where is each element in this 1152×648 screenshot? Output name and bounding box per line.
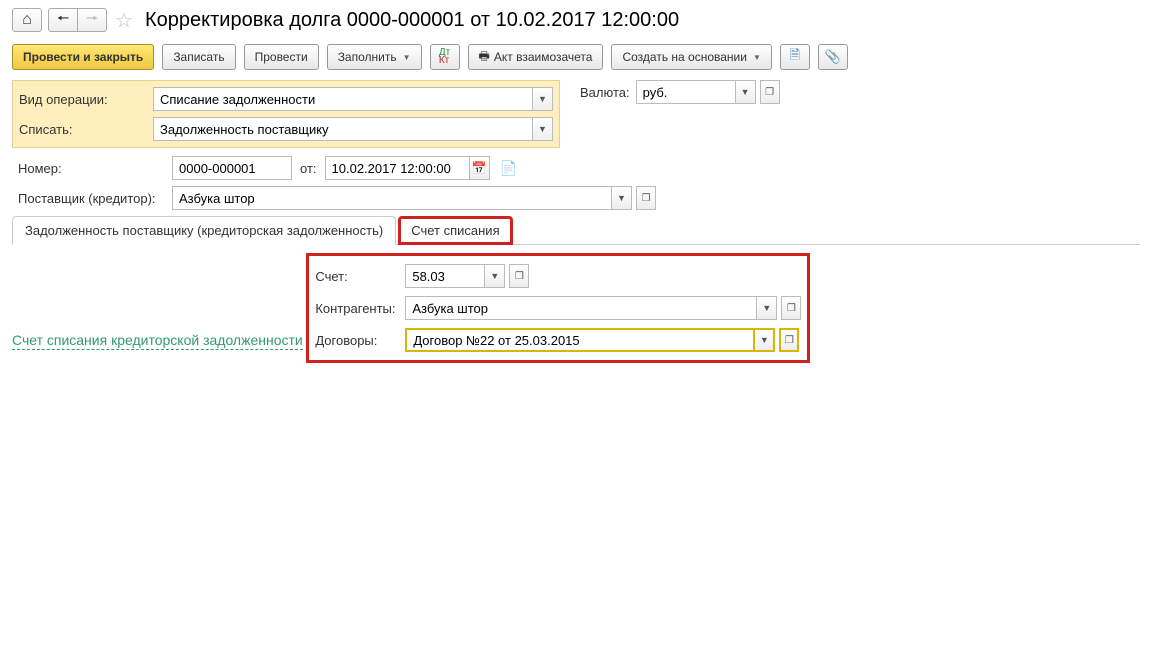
- forward-button: [77, 8, 107, 32]
- operation-type-dropdown[interactable]: ▼: [533, 87, 553, 111]
- operation-highlight: Вид операции: ▼ Списать: ▼: [12, 80, 560, 148]
- contract-dropdown[interactable]: ▼: [755, 328, 775, 352]
- writeoff-label: Списать:: [13, 122, 153, 137]
- date-picker[interactable]: 📅: [470, 156, 490, 180]
- fill-button[interactable]: Заполнить ▼: [327, 44, 422, 70]
- supplier-dropdown[interactable]: ▼: [612, 186, 632, 210]
- open-icon: [765, 87, 774, 98]
- post-label: Провести: [255, 50, 308, 64]
- currency-dropdown[interactable]: ▼: [736, 80, 756, 104]
- tab-writeoff-account[interactable]: Счет списания: [398, 216, 512, 245]
- writeoff-dropdown[interactable]: ▼: [533, 117, 553, 141]
- chevron-down-icon: ▼: [753, 53, 761, 62]
- document-icon: 🗎: [790, 46, 800, 68]
- save-button[interactable]: Записать: [162, 44, 235, 70]
- account-label: Счет:: [315, 269, 405, 284]
- home-button[interactable]: [12, 8, 42, 32]
- star-icon[interactable]: ☆: [113, 9, 135, 31]
- writeoff-section-header: Счет списания кредиторской задолженности: [12, 332, 303, 350]
- tab-debt[interactable]: Задолженность поставщику (кредиторская з…: [12, 216, 396, 245]
- supplier-input[interactable]: [172, 186, 612, 210]
- arrow-left-icon: [57, 8, 69, 32]
- create-base-label: Создать на основании: [622, 50, 747, 64]
- calendar-icon: 📅: [472, 161, 487, 175]
- account-dropdown[interactable]: ▼: [485, 264, 505, 288]
- currency-label: Валюта:: [580, 85, 630, 100]
- doc-button[interactable]: 🗎: [780, 44, 810, 70]
- counterparty-open[interactable]: [781, 296, 801, 320]
- contract-input[interactable]: [405, 328, 755, 352]
- posted-icon: 📄: [500, 160, 517, 177]
- act-button[interactable]: Акт взаимозачета: [468, 44, 604, 70]
- contract-open[interactable]: [779, 328, 799, 352]
- counterparty-input[interactable]: [405, 296, 757, 320]
- post-close-label: Провести и закрыть: [23, 50, 143, 64]
- number-label: Номер:: [12, 161, 172, 176]
- create-base-button[interactable]: Создать на основании ▼: [611, 44, 771, 70]
- dtkt-button[interactable]: ДтКт: [430, 44, 460, 70]
- back-button[interactable]: [48, 8, 78, 32]
- number-input[interactable]: [172, 156, 292, 180]
- act-label: Акт взаимозачета: [494, 50, 593, 64]
- currency-open[interactable]: [760, 80, 780, 104]
- from-label: от:: [300, 161, 317, 176]
- attach-button[interactable]: 📎: [818, 44, 848, 70]
- counterparty-dropdown[interactable]: ▼: [757, 296, 777, 320]
- open-icon: [515, 271, 524, 282]
- operation-type-input[interactable]: [153, 87, 533, 111]
- open-icon: [787, 303, 796, 314]
- counterparty-label: Контрагенты:: [315, 301, 405, 316]
- page-title: Корректировка долга 0000-000001 от 10.02…: [145, 9, 679, 32]
- currency-input[interactable]: [636, 80, 736, 104]
- paperclip-icon: 📎: [825, 49, 841, 65]
- currency-block: Валюта: ▼: [580, 80, 780, 104]
- save-label: Записать: [173, 50, 224, 64]
- fill-label: Заполнить: [338, 50, 397, 64]
- post-button[interactable]: Провести: [244, 44, 319, 70]
- supplier-label: Поставщик (кредитор):: [12, 191, 172, 206]
- writeoff-input[interactable]: [153, 117, 533, 141]
- writeoff-highlight-box: Счет: ▼ Контрагенты: ▼ Договоры: ▼: [306, 253, 810, 363]
- open-icon: [785, 335, 794, 346]
- contract-label: Договоры:: [315, 333, 405, 348]
- account-input[interactable]: [405, 264, 485, 288]
- arrow-right-icon: [86, 8, 98, 32]
- chevron-down-icon: ▼: [403, 53, 411, 62]
- post-close-button[interactable]: Провести и закрыть: [12, 44, 154, 70]
- dtkt-icon: ДтКт: [439, 49, 450, 65]
- print-icon: [479, 47, 490, 68]
- date-input[interactable]: [325, 156, 470, 180]
- account-open[interactable]: [509, 264, 529, 288]
- supplier-open[interactable]: [636, 186, 656, 210]
- home-icon: [22, 11, 32, 29]
- operation-type-label: Вид операции:: [13, 92, 153, 107]
- open-icon: [642, 193, 651, 204]
